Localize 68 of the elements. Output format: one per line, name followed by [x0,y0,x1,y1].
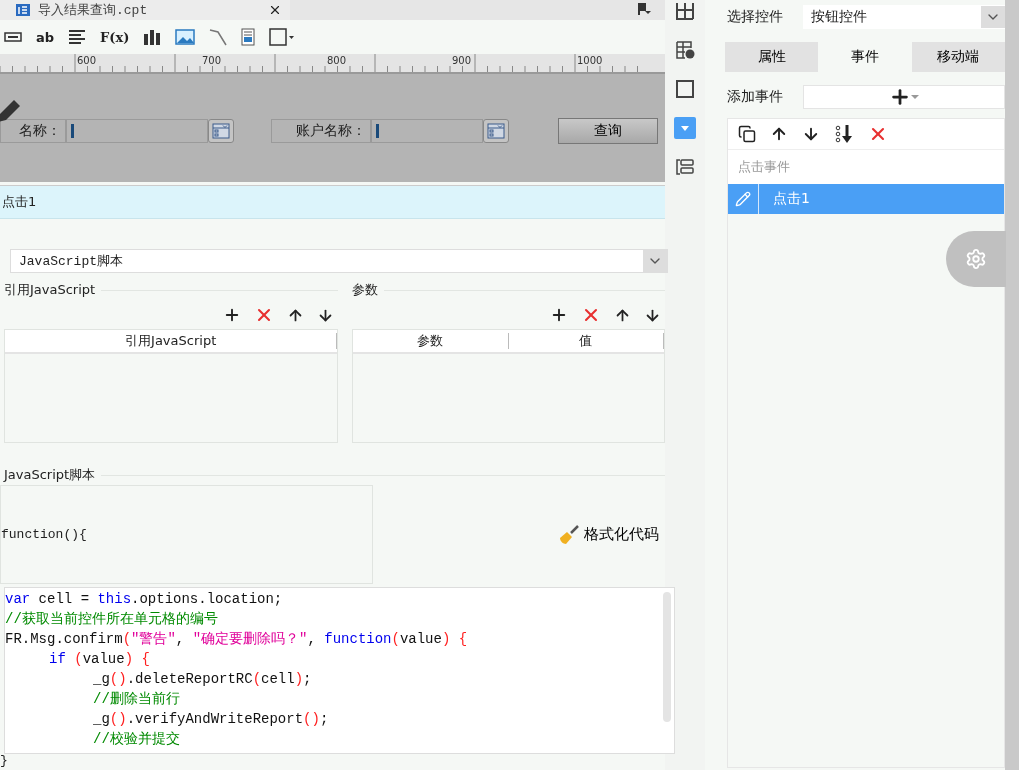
code-editor[interactable]: var cell = this.options.location; //获取当前控件所在单元格的编号 FR.Msg.confirm("警告", "确定要删除吗？", function(value) { if (value) { _g().deleteReportRC(cell); //删除当前行 _g().verifyAndWriteReport(); //校验并提交 [4,587,675,754]
column-header: 值 [508,333,664,349]
stack-icon[interactable] [674,156,696,178]
caret-icon [911,94,919,100]
function-header: function(){ [1,527,87,542]
scrollbar[interactable] [663,592,671,722]
section-title: 引用JavaScript [4,281,96,299]
closing-brace: } [0,754,9,767]
account-name-input[interactable] [371,119,483,143]
add-icon[interactable] [550,306,568,324]
image-icon[interactable] [175,29,196,45]
picker-button[interactable] [483,119,509,143]
code-line: _g().verifyAndWriteReport(); [92,710,330,729]
broom-icon [558,523,580,546]
code-line: _g().deleteReportRC(cell); [92,670,313,689]
settings-icon [965,248,987,270]
section-title: 参数 [352,281,379,299]
square-icon[interactable] [674,78,696,100]
column-header: 引用JavaScript [5,333,338,349]
border-icon[interactable] [269,28,296,46]
field-label: 名称： [0,119,66,143]
ruler-label: 1000 [577,55,603,66]
dialog-title: 点击1 [2,193,37,211]
tab-title: 导入结果查询.cpt [38,2,149,19]
panel-tab[interactable]: 属性 [725,42,819,72]
section-title: JavaScript脚本 [4,466,96,484]
ruler-label: 800 [327,55,347,66]
ruler-label: 700 [202,55,222,66]
select-label: 选择控件 [726,8,784,26]
field-label: 账户名称： [271,119,371,143]
flag-down-icon[interactable] [637,2,651,16]
panel-tab[interactable]: 移动端 [911,42,1005,72]
query-button[interactable]: 查询 [558,118,658,144]
ruler-label: 600 [77,55,97,66]
move-up-icon[interactable] [770,125,788,143]
code-line: var cell = this.options.location; [5,590,284,609]
column-header: 参数 [353,333,509,349]
align-left-icon[interactable] [68,29,87,45]
close-icon[interactable] [268,3,282,17]
text-field-icon[interactable] [4,32,22,42]
bar-chart-icon[interactable] [143,29,162,45]
dropdown-icon[interactable] [674,117,696,139]
edit-icon[interactable] [735,191,751,207]
format-code-button[interactable]: 格式化代码 [558,523,659,546]
plus-icon [889,86,911,108]
code-line: //获取当前控件所在单元格的编号 [5,610,219,629]
report-file-icon [16,4,30,16]
toolbar-button[interactable]: ab [36,29,55,45]
company-name-input[interactable] [66,119,208,143]
code-line: if (value) { [48,650,151,669]
toolbar-button[interactable]: F(x) [100,29,130,45]
list-header: 点击事件 [728,150,1004,184]
type-select[interactable]: JavaScript脚本 [10,249,668,273]
move-bottom-icon[interactable] [834,124,854,144]
control-select[interactable]: 按钮控件 [803,5,1005,29]
file-tab[interactable]: 导入结果查询.cpt [0,0,290,20]
code-line: //删除当前行 [92,690,181,709]
ruler-label: 900 [452,55,472,66]
document-icon[interactable] [241,28,256,46]
copy-icon[interactable] [738,125,756,143]
code-line: FR.Msg.confirm("警告", "确定要删除吗？", function(value) { [5,630,469,649]
slash-line-icon[interactable] [209,28,228,46]
picker-button[interactable] [208,119,234,143]
table-info-icon[interactable] [674,39,696,61]
move-down-icon[interactable] [802,125,820,143]
grid-icon[interactable] [674,0,696,22]
code-line: //校验并提交 [92,730,181,749]
add-event-label: 添加事件 [726,88,784,106]
